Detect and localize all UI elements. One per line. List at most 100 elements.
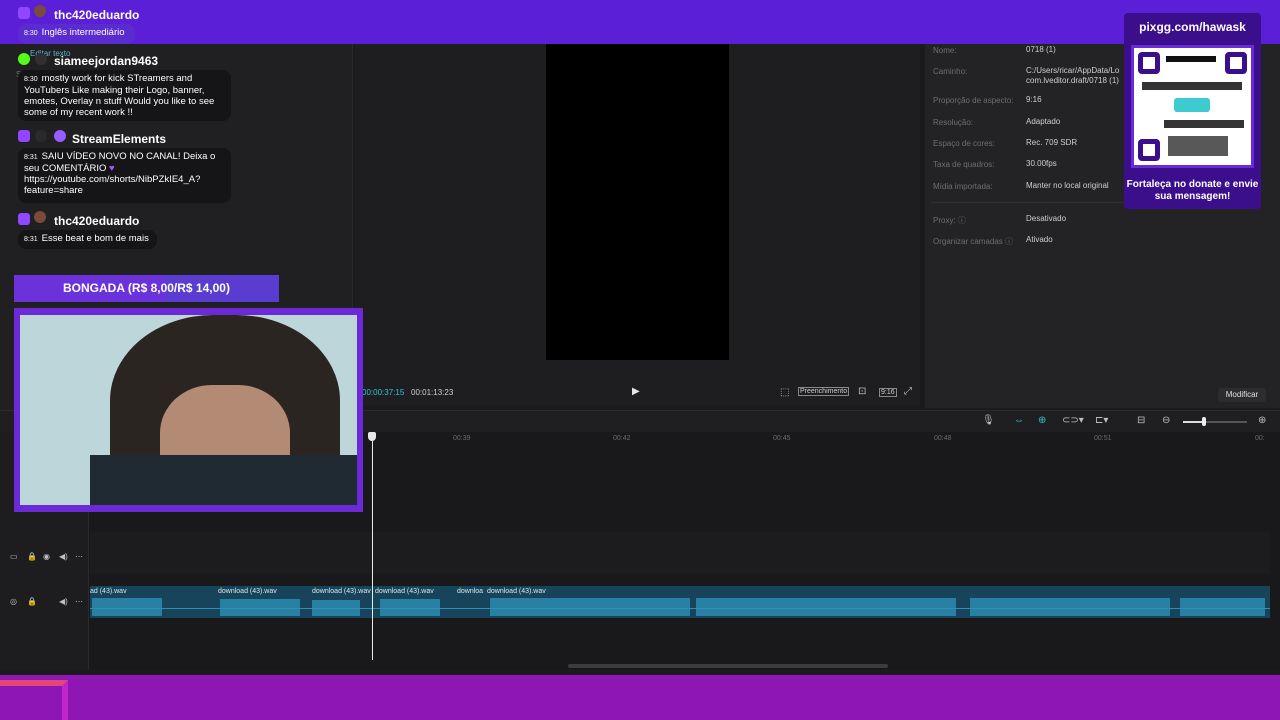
- microphone-icon[interactable]: 🎙: [982, 415, 995, 426]
- qr-module: [1142, 82, 1242, 90]
- chat-message: 8:30 Inglês intermediário: [18, 24, 135, 44]
- twitch-badge-icon: [18, 7, 30, 19]
- chat-link[interactable]: https://youtube.com/shorts/NibPZkIE4_A?f…: [24, 174, 200, 196]
- ruler-label: 00:42: [613, 435, 631, 442]
- audio-clip-label[interactable]: download (43).wav: [375, 588, 434, 595]
- chat-text: SAIU VÍDEO NOVO NO CANAL! Deixa o seu CO…: [24, 151, 216, 174]
- lock-icon[interactable]: 🔒: [27, 597, 37, 606]
- play-icon[interactable]: ▶: [632, 386, 644, 398]
- qr-finder: [1225, 52, 1247, 74]
- ruler-label: 00:: [1255, 435, 1265, 442]
- verified-badge-icon: [54, 130, 66, 142]
- chat-message: 8:30 mostly work for kick STreamers and Y…: [18, 70, 231, 121]
- audio-waveform: [696, 598, 956, 616]
- track-type-icon: ▭: [10, 552, 18, 561]
- chat-time: 8:30: [24, 76, 38, 83]
- prop-framerate-value: 30.00fps: [1026, 159, 1057, 168]
- zoom-in-icon[interactable]: ⊕: [1258, 415, 1266, 426]
- moderator-badge-icon: [35, 130, 47, 142]
- heart-icon: ♥: [109, 163, 115, 174]
- volume-icon[interactable]: ◀): [59, 552, 68, 561]
- more-icon[interactable]: ⋯: [75, 597, 83, 606]
- timeline-scrollbar[interactable]: [568, 664, 888, 668]
- chat-time: 8:30: [24, 30, 38, 37]
- audio-clip-label[interactable]: download (43).wav: [218, 588, 277, 595]
- stream-bottom-bar: [0, 675, 1280, 720]
- volume-icon[interactable]: ◀): [59, 597, 68, 606]
- chat-message: 8:31 SAIU VÍDEO NOVO NO CANAL! Deixa o se…: [18, 148, 231, 203]
- zoom-slider-handle[interactable]: [1202, 417, 1206, 426]
- snap-icon[interactable]: ⊂⊃▾: [1062, 415, 1084, 426]
- chat-username: siameejordan9463: [54, 54, 159, 68]
- caption-icon[interactable]: ⊟: [1137, 415, 1145, 426]
- ruler-label: 00:39: [453, 435, 471, 442]
- link-icon[interactable]: ⇔: [1014, 415, 1024, 426]
- prop-aspect-label: Proporção de aspecto:: [933, 96, 1014, 105]
- ruler-label: 00:48: [934, 435, 952, 442]
- frame-corner-decoration: [0, 680, 68, 720]
- prop-path-value: C:/Users/ricar/AppData/Lo: [1026, 66, 1120, 75]
- qr-finder: [1138, 52, 1160, 74]
- fill-mode-button[interactable]: Preenchimento: [798, 387, 850, 396]
- chat-message: 8:31 Esse beat e bom de mais: [18, 230, 157, 249]
- eye-icon[interactable]: ◉: [43, 552, 50, 561]
- donate-caption: Fortaleça no donate e envie sua mensagem…: [1126, 179, 1259, 202]
- audio-waveform: [1180, 598, 1265, 616]
- audio-clip-label[interactable]: downloa: [457, 588, 483, 595]
- zoom-slider[interactable]: [1183, 421, 1247, 423]
- prop-name-value: 0718 (1): [1026, 45, 1056, 54]
- chat-text: mostly work for kick STreamers and YouTu…: [24, 73, 215, 118]
- chat-text: Esse beat e bom de mais: [41, 233, 149, 244]
- more-icon[interactable]: ⋯: [75, 552, 83, 561]
- prop-colorspace-value: Rec. 709 SDR: [1026, 138, 1078, 147]
- chat-username: StreamElements: [72, 132, 167, 146]
- prop-path-label: Caminho:: [933, 67, 968, 76]
- kick-badge-icon: [18, 53, 30, 65]
- donate-url: pixgg.com/hawask: [1139, 20, 1246, 34]
- audio-clip-label[interactable]: ad (43).wav: [90, 588, 127, 595]
- user-icon: [35, 53, 47, 65]
- audio-waveform: [380, 599, 440, 616]
- twitch-badge-icon: [18, 130, 30, 142]
- audio-clip-label[interactable]: download (43).wav: [312, 588, 371, 595]
- modify-button[interactable]: Modificar: [1218, 388, 1266, 402]
- avatar: [34, 5, 46, 17]
- prop-media-label: Mídia importada:: [933, 182, 993, 191]
- prop-layers-value[interactable]: Ativado: [1026, 235, 1053, 244]
- fullscreen-preview-icon[interactable]: ⬚: [780, 387, 789, 398]
- audio-waveform: [490, 598, 690, 616]
- chat-username: thc420eduardo: [54, 8, 140, 22]
- prop-layers-label: Organizar camadas ⓘ: [933, 237, 1014, 246]
- prop-resolution-value: Adaptado: [1026, 117, 1061, 126]
- chat-time: 8:31: [24, 236, 38, 243]
- video-track-lane[interactable]: [90, 532, 1270, 574]
- audio-clip-label[interactable]: download (43).wav: [487, 588, 546, 595]
- audio-waveform: [92, 598, 162, 616]
- current-time: 00:00:37:15: [362, 388, 405, 397]
- crop-icon[interactable]: ⊡: [858, 386, 866, 397]
- ruler-label: 00:51: [1094, 435, 1112, 442]
- qr-module: [1164, 120, 1244, 128]
- expand-icon[interactable]: ⤢: [904, 386, 912, 397]
- prop-colorspace-label: Espaço de cores:: [933, 139, 995, 148]
- prop-proxy-value[interactable]: Desativado: [1026, 214, 1066, 223]
- chat-username: thc420eduardo: [54, 214, 140, 228]
- avatar: [34, 211, 46, 223]
- split-icon[interactable]: ⊏▾: [1095, 415, 1108, 426]
- prop-framerate-label: Taxa de quadros:: [933, 160, 995, 169]
- zoom-out-icon[interactable]: ⊖: [1162, 415, 1170, 426]
- donation-goal-label: BONGADA (R$ 8,00/R$ 14,00): [63, 281, 230, 295]
- ratio-button[interactable]: 9:16: [879, 388, 897, 397]
- prop-resolution-label: Resolução:: [933, 118, 974, 127]
- magnet-icon[interactable]: ⊕: [1038, 415, 1046, 426]
- playhead-handle[interactable]: [368, 432, 376, 441]
- video-canvas[interactable]: [546, 44, 729, 360]
- audio-track[interactable]: ad (43).wav download (43).wav download (…: [90, 586, 1270, 618]
- playhead[interactable]: [372, 432, 373, 660]
- prop-name-label: Nome:: [933, 46, 957, 55]
- lock-icon[interactable]: 🔒: [27, 552, 37, 561]
- pix-logo-icon: [1174, 98, 1210, 112]
- prop-proxy-label: Proxy: ⓘ: [933, 216, 966, 225]
- audio-waveform: [220, 599, 300, 616]
- person-shirt: [90, 455, 357, 505]
